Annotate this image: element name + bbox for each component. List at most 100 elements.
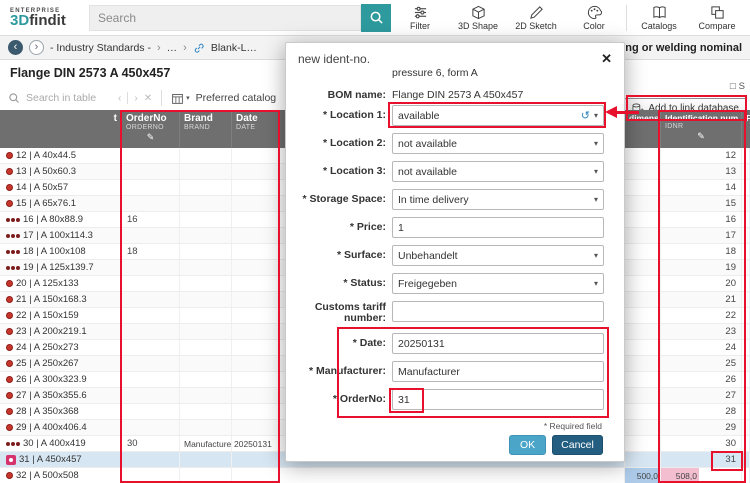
date-cell[interactable]: [232, 308, 280, 323]
next-match-icon[interactable]: ›: [134, 93, 137, 104]
orderno-cell[interactable]: [122, 324, 180, 339]
idnr-cell[interactable]: 18: [661, 244, 742, 259]
col-header-date[interactable]: Date DATE: [232, 110, 280, 148]
date-cell[interactable]: [232, 324, 280, 339]
idnr-cell[interactable]: 29: [661, 420, 742, 435]
orderno-cell[interactable]: [122, 308, 180, 323]
customs-input[interactable]: [392, 301, 604, 322]
idnr-cell[interactable]: 15: [661, 196, 742, 211]
breadcrumb-ellipsis[interactable]: …: [167, 42, 178, 54]
variant-cell[interactable]: 18 | A 100x108: [0, 244, 122, 259]
brand-cell[interactable]: [180, 164, 232, 179]
orderno-cell[interactable]: [122, 276, 180, 291]
date-cell[interactable]: [232, 356, 280, 371]
reset-icon[interactable]: ↺: [581, 109, 590, 122]
price-input[interactable]: [392, 217, 604, 238]
variant-cell[interactable]: 22 | A 150x159: [0, 308, 122, 323]
variant-cell[interactable]: 29 | A 400x406.4: [0, 420, 122, 435]
date-cell[interactable]: [232, 260, 280, 275]
variant-cell[interactable]: 17 | A 100x114.3: [0, 228, 122, 243]
variant-cell[interactable]: 12 | A 40x44.5: [0, 148, 122, 163]
cancel-button[interactable]: Cancel: [552, 435, 603, 455]
variant-cell[interactable]: 19 | A 125x139.7: [0, 260, 122, 275]
idnr-cell[interactable]: 21: [661, 292, 742, 307]
brand-cell[interactable]: [180, 180, 232, 195]
surface-select[interactable]: Unbehandelt ▾: [392, 245, 604, 266]
date-cell[interactable]: [232, 148, 280, 163]
brand-cell[interactable]: Manufacturer: [180, 436, 232, 451]
variant-cell[interactable]: 26 | A 300x323.9: [0, 372, 122, 387]
col-header-variant[interactable]: t: [0, 110, 122, 148]
brand-cell[interactable]: [180, 148, 232, 163]
global-search-input[interactable]: [89, 4, 361, 31]
col-header-dimensions[interactable]: dimens…: [625, 110, 661, 148]
manufacturer-input[interactable]: [392, 361, 604, 382]
brand-cell[interactable]: [180, 228, 232, 243]
date-cell[interactable]: [232, 420, 280, 435]
variant-cell[interactable]: 14 | A 50x57: [0, 180, 122, 195]
search-button[interactable]: [361, 3, 391, 32]
variant-cell[interactable]: 27 | A 350x355.6: [0, 388, 122, 403]
brand-cell[interactable]: [180, 452, 232, 467]
brand-cell[interactable]: [180, 356, 232, 371]
brand-cell[interactable]: [180, 404, 232, 419]
brand-cell[interactable]: [180, 212, 232, 227]
date-cell[interactable]: [232, 180, 280, 195]
tool-compare[interactable]: Compare: [688, 5, 746, 31]
date-cell[interactable]: [232, 468, 280, 483]
date-cell[interactable]: [232, 404, 280, 419]
tool-color[interactable]: Color: [565, 5, 623, 31]
col-header-brand[interactable]: Brand BRAND: [180, 110, 232, 148]
prev-match-icon[interactable]: ‹: [118, 93, 121, 104]
brand-cell[interactable]: [180, 292, 232, 307]
col-header-fla[interactable]: Fla…: [742, 110, 750, 148]
view-selector[interactable]: ▾: [171, 92, 190, 105]
idnr-cell[interactable]: 27: [661, 388, 742, 403]
variant-cell[interactable]: 30 | A 400x419: [0, 436, 122, 451]
orderno-cell[interactable]: [122, 420, 180, 435]
idnr-cell[interactable]: 22: [661, 308, 742, 323]
edit-column-icon[interactable]: ✎: [126, 132, 175, 143]
clear-search-icon[interactable]: ✕: [144, 93, 152, 104]
breadcrumb-blank-l[interactable]: Blank-L…: [211, 42, 257, 54]
brand-cell[interactable]: [180, 276, 232, 291]
ok-button[interactable]: OK: [509, 435, 547, 455]
orderno-cell[interactable]: [122, 468, 180, 483]
orderno-cell[interactable]: [122, 452, 180, 467]
brand-cell[interactable]: [180, 308, 232, 323]
variant-cell[interactable]: 15 | A 65x76.1: [0, 196, 122, 211]
idnr-cell[interactable]: 30: [661, 436, 742, 451]
date-input[interactable]: [392, 333, 604, 354]
variant-cell[interactable]: 23 | A 200x219.1: [0, 324, 122, 339]
orderno-cell[interactable]: 30: [122, 436, 180, 451]
brand-cell[interactable]: [180, 260, 232, 275]
status-select[interactable]: Freigegeben ▾: [392, 273, 604, 294]
tool-3d-shape[interactable]: 3D Shape: [449, 5, 507, 31]
idnr-cell[interactable]: 508,0: [661, 468, 742, 483]
storage-space-select[interactable]: In time delivery ▾: [392, 189, 604, 210]
orderno-cell[interactable]: [122, 164, 180, 179]
location1-select[interactable]: available ↺ ▾: [392, 105, 604, 126]
orderno-cell[interactable]: [122, 404, 180, 419]
location2-select[interactable]: not available ▾: [392, 133, 604, 154]
date-cell[interactable]: [232, 372, 280, 387]
date-cell[interactable]: [232, 452, 280, 467]
date-cell[interactable]: [232, 388, 280, 403]
orderno-cell[interactable]: [122, 148, 180, 163]
orderno-input[interactable]: [392, 389, 604, 410]
edit-column-icon[interactable]: ✎: [665, 131, 737, 142]
orderno-cell[interactable]: [122, 292, 180, 307]
idnr-cell[interactable]: 23: [661, 324, 742, 339]
date-cell[interactable]: [232, 340, 280, 355]
date-cell[interactable]: [232, 292, 280, 307]
date-cell[interactable]: [232, 196, 280, 211]
table-search-input[interactable]: [26, 92, 112, 104]
table-row[interactable]: 32 | A 500x508 500,0 508,0: [0, 468, 750, 483]
date-cell[interactable]: 20250131: [232, 436, 280, 451]
close-icon[interactable]: ✕: [601, 51, 612, 67]
variant-cell[interactable]: 21 | A 150x168.3: [0, 292, 122, 307]
brand-cell[interactable]: [180, 244, 232, 259]
orderno-cell[interactable]: [122, 356, 180, 371]
orderno-cell[interactable]: [122, 180, 180, 195]
idnr-cell[interactable]: 20: [661, 276, 742, 291]
